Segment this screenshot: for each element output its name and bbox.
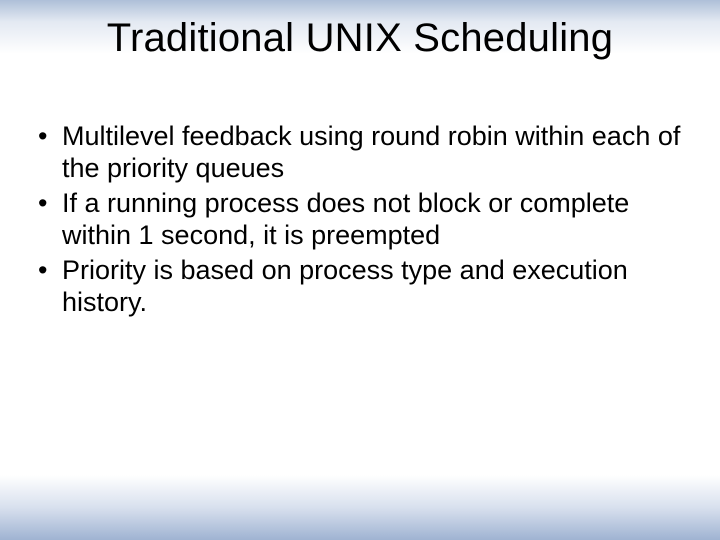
list-item: Priority is based on process type and ex… bbox=[34, 254, 686, 319]
list-item: If a running process does not block or c… bbox=[34, 187, 686, 252]
slide: Traditional UNIX Scheduling Multilevel f… bbox=[0, 0, 720, 540]
list-item: Multilevel feedback using round robin wi… bbox=[34, 120, 686, 185]
slide-title: Traditional UNIX Scheduling bbox=[0, 16, 720, 61]
bullet-list: Multilevel feedback using round robin wi… bbox=[34, 120, 686, 318]
slide-content: Multilevel feedback using round robin wi… bbox=[34, 120, 686, 320]
